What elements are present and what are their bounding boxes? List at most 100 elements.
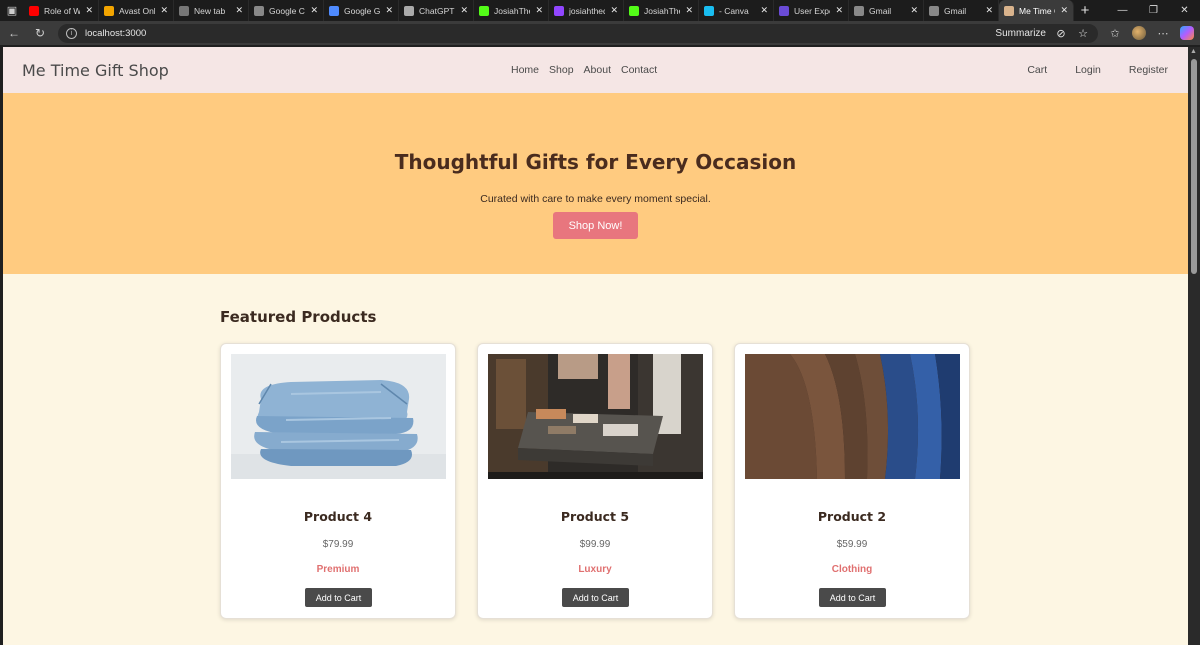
- tab-title: Avast Onlin: [119, 5, 155, 16]
- browser-toolbar: ← ↻ i localhost:3000 Summarize ⊘ ☆ ✩ ⋯: [0, 21, 1200, 45]
- shop-now-button[interactable]: Shop Now!: [553, 212, 638, 239]
- product-image-jeans[interactable]: [231, 354, 446, 479]
- tab-title: Gmail: [869, 5, 892, 16]
- add-to-cart-button[interactable]: Add to Cart: [562, 588, 629, 607]
- product-category: Luxury: [578, 564, 612, 575]
- tab-title: Me Time G: [1019, 5, 1055, 16]
- browser-tab[interactable]: Google Ca ✕: [249, 0, 324, 21]
- browser-tab[interactable]: Me Time G ✕: [999, 0, 1074, 21]
- nav-login[interactable]: Login: [1075, 64, 1101, 76]
- browser-tab[interactable]: Google Ge ✕: [324, 0, 399, 21]
- tab-actions-icon[interactable]: ▣: [0, 0, 24, 21]
- address-bar[interactable]: i localhost:3000 Summarize ⊘ ☆: [58, 23, 1098, 43]
- product-image-coats[interactable]: [745, 354, 960, 479]
- product-name[interactable]: Product 4: [221, 509, 455, 524]
- nav-register[interactable]: Register: [1129, 64, 1168, 76]
- more-menu-icon[interactable]: ⋯: [1156, 27, 1170, 40]
- tab-favicon-icon: [929, 5, 939, 16]
- account-nav: Cart Login Register: [1027, 64, 1168, 76]
- tab-close-icon[interactable]: ✕: [85, 5, 93, 16]
- translate-icon[interactable]: ⊘: [1054, 27, 1068, 40]
- tab-title: Google Ca: [269, 5, 305, 16]
- tab-favicon-icon: [404, 5, 414, 16]
- browser-tab[interactable]: JosiahTheE ✕: [474, 0, 549, 21]
- browser-tab[interactable]: New tab ✕: [174, 0, 249, 21]
- tab-favicon-icon: [479, 5, 489, 16]
- nav-about[interactable]: About: [584, 64, 611, 76]
- tab-favicon-icon: [104, 5, 114, 16]
- copilot-icon[interactable]: [1180, 26, 1194, 40]
- tab-close-icon[interactable]: ✕: [685, 5, 693, 16]
- new-tab-button[interactable]: +: [1074, 0, 1096, 21]
- tab-close-icon[interactable]: ✕: [385, 5, 393, 16]
- browser-tab[interactable]: JosiahTheE ✕: [624, 0, 699, 21]
- tab-title: Google Ge: [344, 5, 381, 16]
- tab-close-icon[interactable]: ✕: [835, 5, 843, 16]
- browser-tab[interactable]: User Exper ✕: [774, 0, 849, 21]
- hero-subtitle: Curated with care to make every moment s…: [480, 193, 711, 205]
- browser-tab[interactable]: Avast Onlin ✕: [99, 0, 174, 21]
- minimize-icon[interactable]: —: [1107, 0, 1138, 21]
- scroll-up-icon[interactable]: ▲: [1190, 48, 1197, 55]
- tab-title: JosiahTheE: [644, 5, 680, 16]
- tab-close-icon[interactable]: ✕: [235, 5, 243, 16]
- tab-close-icon[interactable]: ✕: [310, 5, 318, 16]
- product-card: Product 4 $79.99 Premium Add to Cart: [220, 343, 456, 619]
- tab-close-icon[interactable]: ✕: [985, 5, 993, 16]
- favorites-icon[interactable]: ✩: [1108, 27, 1122, 40]
- back-icon[interactable]: ←: [6, 26, 22, 40]
- tab-close-icon[interactable]: ✕: [760, 5, 768, 16]
- tab-close-icon[interactable]: ✕: [160, 5, 168, 16]
- tab-close-icon[interactable]: ✕: [535, 5, 543, 16]
- hero-banner: Thoughtful Gifts for Every Occasion Cura…: [3, 93, 1188, 274]
- nav-home[interactable]: Home: [511, 64, 539, 76]
- product-image-store[interactable]: [488, 354, 703, 479]
- tab-title: New tab: [194, 5, 226, 16]
- main-nav: Home Shop About Contact: [511, 64, 657, 76]
- nav-cart[interactable]: Cart: [1027, 64, 1047, 76]
- tab-favicon-icon: [779, 5, 789, 16]
- tab-close-icon[interactable]: ✕: [460, 5, 468, 16]
- profile-avatar[interactable]: [1132, 26, 1146, 40]
- favorite-star-icon[interactable]: ☆: [1076, 27, 1090, 40]
- add-to-cart-button[interactable]: Add to Cart: [819, 588, 886, 607]
- close-window-icon[interactable]: ✕: [1169, 0, 1200, 21]
- tab-favicon-icon: [704, 5, 714, 16]
- tab-close-icon[interactable]: ✕: [910, 5, 918, 16]
- tab-title: - Canva: [719, 5, 749, 16]
- tab-title: JosiahTheE: [494, 5, 530, 16]
- nav-shop[interactable]: Shop: [549, 64, 574, 76]
- site-brand[interactable]: Me Time Gift Shop: [22, 61, 169, 80]
- tab-close-icon[interactable]: ✕: [1060, 5, 1068, 16]
- product-price: $59.99: [836, 539, 868, 550]
- featured-products-heading: Featured Products: [220, 308, 377, 326]
- reload-icon[interactable]: ↻: [32, 26, 48, 40]
- restore-icon[interactable]: ❐: [1138, 0, 1169, 21]
- tab-title: Role of Wo: [44, 5, 81, 16]
- browser-tab[interactable]: Gmail ✕: [849, 0, 924, 21]
- product-category: Premium: [316, 564, 360, 575]
- site-info-icon[interactable]: i: [66, 27, 77, 39]
- tab-favicon-icon: [329, 5, 339, 16]
- page-scrollbar[interactable]: ▲: [1188, 47, 1200, 645]
- nav-contact[interactable]: Contact: [621, 64, 657, 76]
- hero-title: Thoughtful Gifts for Every Occasion: [394, 150, 797, 174]
- browser-tab[interactable]: - Canva ✕: [699, 0, 774, 21]
- browser-tab[interactable]: ChatGPT ✕: [399, 0, 474, 21]
- product-name[interactable]: Product 2: [735, 509, 969, 524]
- product-name[interactable]: Product 5: [478, 509, 712, 524]
- summarize-button[interactable]: Summarize: [995, 28, 1046, 39]
- tab-favicon-icon: [854, 5, 864, 16]
- product-card: Product 5 $99.99 Luxury Add to Cart: [477, 343, 713, 619]
- tab-close-icon[interactable]: ✕: [610, 5, 618, 16]
- browser-tab[interactable]: josiahthed ✕: [549, 0, 624, 21]
- browser-tab[interactable]: Role of Wo ✕: [24, 0, 99, 21]
- tab-title: Gmail: [944, 5, 967, 16]
- product-category: Clothing: [831, 564, 873, 575]
- site-navbar: Me Time Gift Shop Home Shop About Contac…: [3, 47, 1188, 93]
- scrollbar-thumb[interactable]: [1191, 59, 1197, 274]
- browser-tab-strip: ▣ Role of Wo✕Avast Onlin✕New tab✕Google …: [0, 0, 1200, 21]
- tab-title: josiahthed: [569, 5, 606, 16]
- add-to-cart-button[interactable]: Add to Cart: [305, 588, 372, 607]
- browser-tab[interactable]: Gmail ✕: [924, 0, 999, 21]
